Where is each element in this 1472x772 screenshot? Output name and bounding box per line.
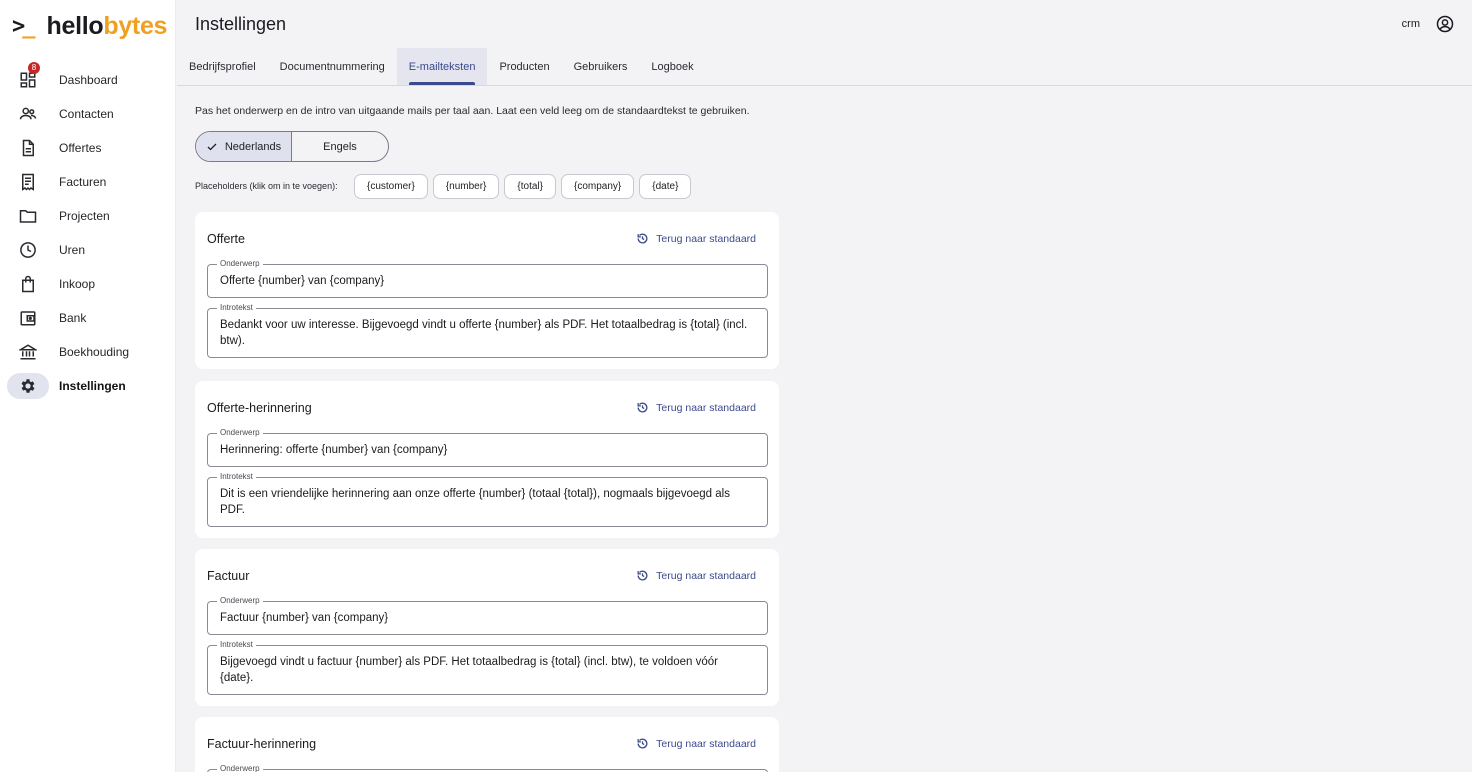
- tab-bedrijfsprofiel[interactable]: Bedrijfsprofiel: [177, 48, 268, 85]
- notification-badge: 8: [28, 62, 40, 74]
- card-title: Factuur: [207, 569, 250, 583]
- people-icon: [7, 101, 49, 127]
- placeholder-chips: {customer} {number} {total} {company} {d…: [354, 174, 692, 199]
- email-card-factuur-herinnering: Factuur-herinnering Terug naar standaard…: [195, 717, 779, 772]
- field-label: Introtekst: [217, 640, 256, 650]
- reset-label: Terug naar standaard: [656, 737, 756, 750]
- document-icon: [7, 135, 49, 161]
- gear-icon: [7, 373, 49, 399]
- sidebar-item-contacten[interactable]: Contacten: [0, 97, 176, 131]
- clock-icon: [7, 237, 49, 263]
- sidebar-item-inkoop[interactable]: Inkoop: [0, 267, 176, 301]
- sidebar-item-boekhouding[interactable]: Boekhouding: [0, 335, 176, 369]
- subject-value: Factuur {number} van {company}: [220, 612, 389, 624]
- intro-value: Bijgevoegd vindt u factuur {number} als …: [220, 656, 718, 684]
- intro-field[interactable]: Introtekst Bijgevoegd vindt u factuur {n…: [207, 640, 768, 695]
- intro-value: Dit is een vriendelijke herinnering aan …: [220, 488, 730, 516]
- sidebar-item-dashboard[interactable]: 8 Dashboard: [0, 62, 176, 97]
- subject-field[interactable]: Onderwerp Offerte {number} van {company}: [207, 259, 768, 298]
- placeholder-chip-total[interactable]: {total}: [504, 174, 556, 199]
- email-card-offerte: Offerte Terug naar standaard Onderwerp O…: [195, 212, 779, 369]
- wallet-icon: [7, 305, 49, 331]
- sidebar-item-label: Offertes: [59, 141, 102, 155]
- page-title: Instellingen: [195, 14, 287, 34]
- sidebar-item-projecten[interactable]: Projecten: [0, 199, 176, 233]
- sidebar-item-offertes[interactable]: Offertes: [0, 131, 176, 165]
- shopping-bag-icon: [7, 271, 49, 297]
- subject-value: Offerte {number} van {company}: [220, 275, 385, 287]
- card-title: Factuur-herinnering: [207, 737, 317, 751]
- reset-to-default-button[interactable]: Terug naar standaard: [636, 232, 756, 245]
- sidebar: >_ hellobytes 8 Dashboard Contacten Offe…: [0, 0, 176, 772]
- sidebar-item-bank[interactable]: Bank: [0, 301, 176, 335]
- reset-label: Terug naar standaard: [656, 569, 756, 582]
- sidebar-item-label: Uren: [59, 243, 86, 257]
- app-logo[interactable]: >_ hellobytes: [12, 12, 167, 40]
- sidebar-item-label: Dashboard: [59, 73, 118, 87]
- tab-logboek[interactable]: Logboek: [639, 48, 705, 85]
- field-label: Introtekst: [217, 303, 256, 313]
- restore-icon: [637, 570, 648, 581]
- subject-value: Herinnering: offerte {number} van {compa…: [220, 444, 448, 456]
- sidebar-item-label: Instellingen: [59, 379, 126, 393]
- sidebar-item-facturen[interactable]: Facturen: [0, 165, 176, 199]
- sidebar-item-label: Boekhouding: [59, 345, 130, 359]
- receipt-icon: [7, 169, 49, 195]
- sidebar-item-label: Contacten: [59, 107, 114, 121]
- intro-field[interactable]: Introtekst Bedankt voor uw interesse. Bi…: [207, 303, 768, 358]
- email-card-offerte-herinnering: Offerte-herinnering Terug naar standaard…: [195, 381, 779, 538]
- page-description: Pas het onderwerp en de intro van uitgaa…: [195, 105, 750, 117]
- intro-field[interactable]: Introtekst Dit is een vriendelijke herin…: [207, 472, 768, 527]
- reset-label: Terug naar standaard: [656, 232, 756, 245]
- placeholder-chip-customer[interactable]: {customer}: [354, 174, 428, 199]
- reset-to-default-button[interactable]: Terug naar standaard: [636, 737, 756, 750]
- user-label: crm: [1401, 18, 1420, 30]
- field-label: Onderwerp: [217, 596, 263, 606]
- sidebar-item-instellingen[interactable]: Instellingen: [0, 369, 176, 403]
- logo-prompt: >_: [12, 13, 36, 39]
- tab-e-mailteksten[interactable]: E-mailteksten: [396, 48, 488, 85]
- language-option-engels[interactable]: Engels: [292, 132, 388, 161]
- field-label: Onderwerp: [217, 428, 263, 438]
- intro-value: Bedankt voor uw interesse. Bijgevoegd vi…: [220, 319, 748, 347]
- sidebar-item-label: Bank: [59, 311, 87, 325]
- top-bar: Instellingen crm: [177, 0, 1472, 48]
- email-card-factuur: Factuur Terug naar standaard Onderwerp F…: [195, 549, 779, 706]
- restore-icon: [637, 233, 648, 244]
- restore-icon: [637, 738, 648, 749]
- subject-field[interactable]: Onderwerp Herinnering: offerte {number} …: [207, 428, 768, 467]
- sidebar-item-uren[interactable]: Uren: [0, 233, 176, 267]
- logo-wordmark: hellobytes: [46, 11, 168, 40]
- field-label: Onderwerp: [217, 764, 263, 772]
- folder-icon: [7, 203, 49, 229]
- tab-producten[interactable]: Producten: [487, 48, 561, 85]
- restore-icon: [637, 402, 648, 413]
- settings-tabs: Bedrijfsprofiel Documentnummering E-mail…: [177, 48, 1472, 86]
- account-icon[interactable]: [1436, 15, 1454, 33]
- language-toggle: Nederlands Engels: [195, 131, 389, 162]
- reset-label: Terug naar standaard: [656, 401, 756, 414]
- placeholders-label: Placeholders (klik om in te voegen):: [195, 181, 338, 191]
- placeholder-chip-number[interactable]: {number}: [432, 174, 500, 199]
- field-label: Onderwerp: [217, 259, 263, 269]
- tab-gebruikers[interactable]: Gebruikers: [562, 48, 640, 85]
- sidebar-item-label: Inkoop: [59, 277, 96, 291]
- sidebar-item-label: Facturen: [59, 175, 107, 189]
- sidebar-item-label: Projecten: [59, 209, 110, 223]
- field-label: Introtekst: [217, 472, 256, 482]
- check-icon: [207, 143, 217, 150]
- language-option-nederlands[interactable]: Nederlands: [196, 132, 292, 161]
- reset-to-default-button[interactable]: Terug naar standaard: [636, 569, 756, 582]
- card-title: Offerte-herinnering: [207, 401, 312, 415]
- placeholder-chip-company[interactable]: {company}: [561, 174, 635, 199]
- reset-to-default-button[interactable]: Terug naar standaard: [636, 401, 756, 414]
- subject-field[interactable]: Onderwerp Factuur {number} van {company}: [207, 596, 768, 635]
- placeholder-chip-date[interactable]: {date}: [639, 174, 692, 199]
- sidebar-nav: 8 Dashboard Contacten Offertes Facturen: [0, 62, 176, 403]
- language-label: Engels: [323, 140, 357, 153]
- bank-icon: [7, 339, 49, 365]
- tab-documentnummering[interactable]: Documentnummering: [268, 48, 397, 85]
- card-title: Offerte: [207, 232, 245, 246]
- language-label: Nederlands: [224, 140, 282, 153]
